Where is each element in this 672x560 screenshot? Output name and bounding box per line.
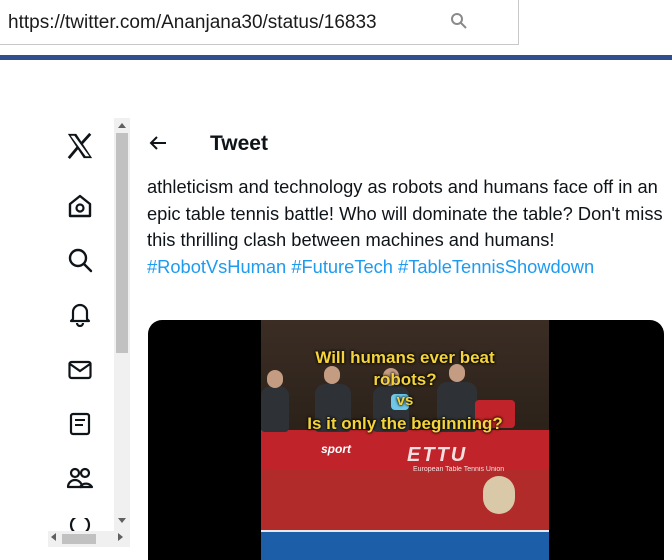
address-bar[interactable]: https://twitter.com/Ananjana30/status/16… (0, 0, 519, 45)
url-text[interactable]: https://twitter.com/Ananjana30/status/16… (8, 12, 428, 34)
scrollbar-thumb[interactable] (116, 133, 128, 353)
sidebar (48, 118, 112, 550)
player-head (483, 476, 515, 514)
messages-icon[interactable] (66, 356, 94, 384)
scroll-up-arrow-icon[interactable] (114, 118, 130, 132)
advertising-board (261, 430, 549, 470)
more-icon[interactable] (66, 518, 94, 532)
video-frame: sport ETTU European Table Tennis Union W… (261, 320, 549, 560)
video-caption: Is it only the beginning? (307, 414, 503, 433)
tweet-header: Tweet (131, 118, 672, 172)
lists-icon[interactable] (66, 410, 94, 438)
tweet-body: athleticism and technology as robots and… (147, 176, 663, 250)
scroll-down-arrow-icon[interactable] (114, 514, 130, 528)
board-brand: sport (321, 442, 351, 456)
tweet-video[interactable]: sport ETTU European Table Tennis Union W… (148, 320, 664, 560)
search-icon[interactable] (450, 12, 470, 32)
tweet-text: athleticism and technology as robots and… (147, 174, 667, 280)
ping-pong-table (261, 532, 549, 560)
hashtag-link[interactable]: #RobotVsHuman (147, 256, 286, 277)
page-title: Tweet (210, 132, 268, 155)
board-logo: ETTU (407, 444, 468, 466)
video-caption: Will humans ever beat (315, 348, 495, 367)
hashtag-link[interactable]: #FutureTech (291, 256, 393, 277)
search-icon[interactable] (66, 246, 94, 274)
browser-toolbar: https://twitter.com/Ananjana30/status/16… (0, 0, 672, 56)
video-caption: robots? (373, 370, 437, 389)
accent-bar (0, 55, 672, 60)
scroll-right-arrow-icon[interactable] (118, 533, 128, 545)
communities-icon[interactable] (66, 464, 94, 492)
toolbar-blank (519, 0, 672, 45)
x-logo-icon[interactable] (66, 132, 94, 160)
home-icon[interactable] (66, 192, 94, 220)
scroll-left-arrow-icon[interactable] (50, 533, 60, 545)
notifications-icon[interactable] (66, 300, 94, 328)
back-arrow-icon[interactable] (148, 133, 170, 155)
hashtag-link[interactable]: #TableTennisShowdown (398, 256, 594, 277)
board-subtitle: European Table Tennis Union (413, 466, 505, 473)
horizontal-scrollbar-thumb[interactable] (62, 534, 96, 544)
tweet-column: Tweet athleticism and technology as robo… (131, 118, 672, 560)
video-caption: vs (396, 392, 414, 409)
